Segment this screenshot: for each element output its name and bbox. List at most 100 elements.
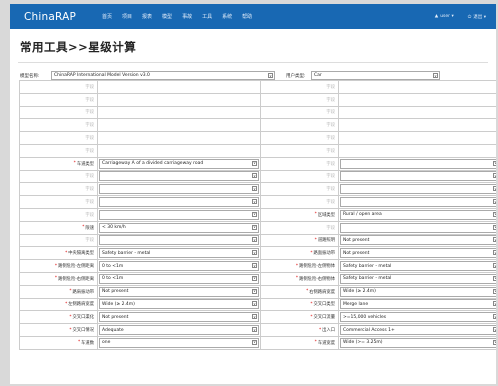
table-row: 字段 ∨ 区域类型 Rural / open area ∨ <box>20 208 496 222</box>
chevron-down-icon: ∨ <box>493 211 496 217</box>
field-select[interactable]: Rural / open area ∨ <box>340 209 496 220</box>
chevron-down-icon: ∨ <box>493 224 496 230</box>
chevron-down-icon: ∨ <box>493 160 496 166</box>
field-input[interactable] <box>340 133 496 144</box>
field-input[interactable] <box>99 145 259 156</box>
field-select[interactable]: Safety barrier - metal ∨ <box>340 273 496 284</box>
chevron-down-icon: ∨ <box>252 237 257 243</box>
brand-logo[interactable]: ChinaRAP <box>24 11 102 23</box>
field-input[interactable] <box>99 120 259 131</box>
field-label: 字段 <box>261 119 339 133</box>
field-select[interactable]: Not present ∨ <box>99 286 259 297</box>
table-row: 字段 ∨ 字段 ∨ <box>20 196 496 209</box>
field-select[interactable]: Adequate ∨ <box>99 325 259 336</box>
field-select[interactable]: Commercial Access 1+ ∨ <box>340 325 496 336</box>
field-value-cell: ∨ <box>98 183 261 197</box>
field-input[interactable] <box>340 81 496 92</box>
nav-item[interactable]: 报表 <box>142 13 152 20</box>
model-select[interactable]: ChinaRAP International Model Version v3.… <box>51 71 275 80</box>
field-input[interactable] <box>99 81 259 92</box>
field-select[interactable]: ∨ <box>340 171 496 182</box>
field-select[interactable]: ∨ <box>340 197 496 208</box>
chevron-down-icon: ∨ <box>252 339 257 345</box>
chevron-down-icon: ∨ <box>252 314 257 320</box>
field-input[interactable] <box>99 133 259 144</box>
field-select[interactable]: ∨ <box>99 235 259 246</box>
field-select[interactable]: Wide (≥ 2.4m) ∨ <box>340 286 496 297</box>
field-value: Rural / open area <box>343 212 382 218</box>
field-select[interactable]: Safety barrier - metal ∨ <box>99 248 259 259</box>
nav-item[interactable]: 事故 <box>182 13 192 20</box>
chevron-down-icon: ∨ <box>493 173 496 179</box>
field-input[interactable] <box>340 120 496 131</box>
nav-item[interactable]: 帮助 <box>242 13 252 20</box>
field-value: Safety barrier - metal <box>343 276 392 282</box>
field-select[interactable]: Merge lane ∨ <box>340 299 496 310</box>
field-input[interactable] <box>99 107 259 118</box>
field-select[interactable]: Wide (>= 3.25m) ∨ <box>340 337 496 348</box>
field-value: Wide (≥ 2.4m) <box>102 301 135 307</box>
chevron-down-icon: ∨ <box>493 301 496 307</box>
field-label: 交叉口类型 <box>261 298 339 312</box>
field-select[interactable]: ∨ <box>99 209 259 220</box>
field-label: 字段 <box>261 221 339 235</box>
field-label: 路侧危险-右侧距离 <box>20 272 98 286</box>
nav-item[interactable]: 工具 <box>202 13 212 20</box>
chevron-down-icon: ∨ <box>268 73 273 78</box>
field-select[interactable]: >=15,000 vehicles ∨ <box>340 312 496 323</box>
table-row: 路肩振动带 Not present ∨ 右侧路肩宽度 Wide (≥ 2.4m) ∨ <box>20 285 496 299</box>
field-select[interactable]: ∨ <box>99 197 259 208</box>
field-select[interactable]: ∨ <box>99 184 259 195</box>
field-select[interactable]: one ∨ <box>99 337 259 348</box>
nav-item[interactable]: 项目 <box>122 13 132 20</box>
field-label: 字段 <box>20 132 98 145</box>
table-row: 字段 ∨ 道路照明 Not present ∨ <box>20 234 496 248</box>
chevron-down-icon: ∨ <box>252 199 257 205</box>
field-value: Merge lane <box>343 301 369 307</box>
field-input[interactable] <box>99 94 259 105</box>
field-value: Not present <box>343 250 370 256</box>
field-label: 字段 <box>20 106 98 120</box>
field-input[interactable] <box>340 94 496 105</box>
model-label: 模型名称: <box>20 73 40 79</box>
field-select[interactable]: 0 to <1m ∨ <box>99 261 259 272</box>
table-row: 车道类型 Carriageway A of a divided carriagew… <box>20 157 496 171</box>
table-row: 中央隔离类型Safety barrier - metal∨路面振动带Not pr… <box>20 247 496 261</box>
field-label: 字段 <box>20 119 98 133</box>
field-select[interactable]: 0 to <1m ∨ <box>99 273 259 284</box>
field-select[interactable]: ∨ <box>340 222 496 233</box>
field-select[interactable]: Not present ∨ <box>340 248 496 259</box>
field-select[interactable]: < 30 km/h ∨ <box>99 222 259 233</box>
field-value: >=15,000 vehicles <box>343 314 387 320</box>
field-label: 车道数 <box>20 336 98 350</box>
field-select[interactable]: Carriageway A of a divided carriageway r… <box>99 158 259 169</box>
app-window: ChinaRAP 首页 项目 报表 模型 事故 工具 系统 帮助 ▲ user ▾… <box>10 4 496 384</box>
field-label: 出入口 <box>261 324 339 337</box>
field-value: Not present <box>343 237 370 243</box>
chevron-down-icon: ∨ <box>493 199 496 205</box>
field-select[interactable]: ∨ <box>340 184 496 195</box>
divider <box>18 62 488 63</box>
field-input[interactable] <box>340 107 496 118</box>
field-input[interactable] <box>340 145 496 156</box>
user-type-select[interactable]: Car ∨ <box>311 71 440 80</box>
nav-item[interactable]: 模型 <box>162 13 172 20</box>
field-select[interactable]: Not present ∨ <box>99 312 259 323</box>
field-label: 交叉口渠化 <box>20 311 98 325</box>
field-select[interactable]: Not present ∨ <box>340 235 496 246</box>
user-menu[interactable]: ▲ user ▾ <box>435 14 454 19</box>
logout-link[interactable]: ⏻ 退出 ▾ <box>468 14 486 20</box>
field-select[interactable]: ∨ <box>99 171 259 182</box>
chevron-down-icon: ∨ <box>252 160 257 166</box>
power-icon: ⏻ <box>467 14 472 20</box>
nav-item[interactable]: 系统 <box>222 13 232 20</box>
field-select[interactable]: ∨ <box>340 158 496 169</box>
chevron-down-icon: ∨ <box>252 288 257 294</box>
field-select[interactable]: Safety barrier - metal ∨ <box>340 261 496 272</box>
field-select[interactable]: Wide (≥ 2.4m) ∨ <box>99 299 259 310</box>
chevron-down-icon: ∨ <box>252 250 257 256</box>
field-value: one <box>102 340 111 346</box>
field-label: 车道宽度 <box>261 336 339 350</box>
field-label: 道路照明 <box>261 234 339 248</box>
nav-item[interactable]: 首页 <box>102 13 112 20</box>
